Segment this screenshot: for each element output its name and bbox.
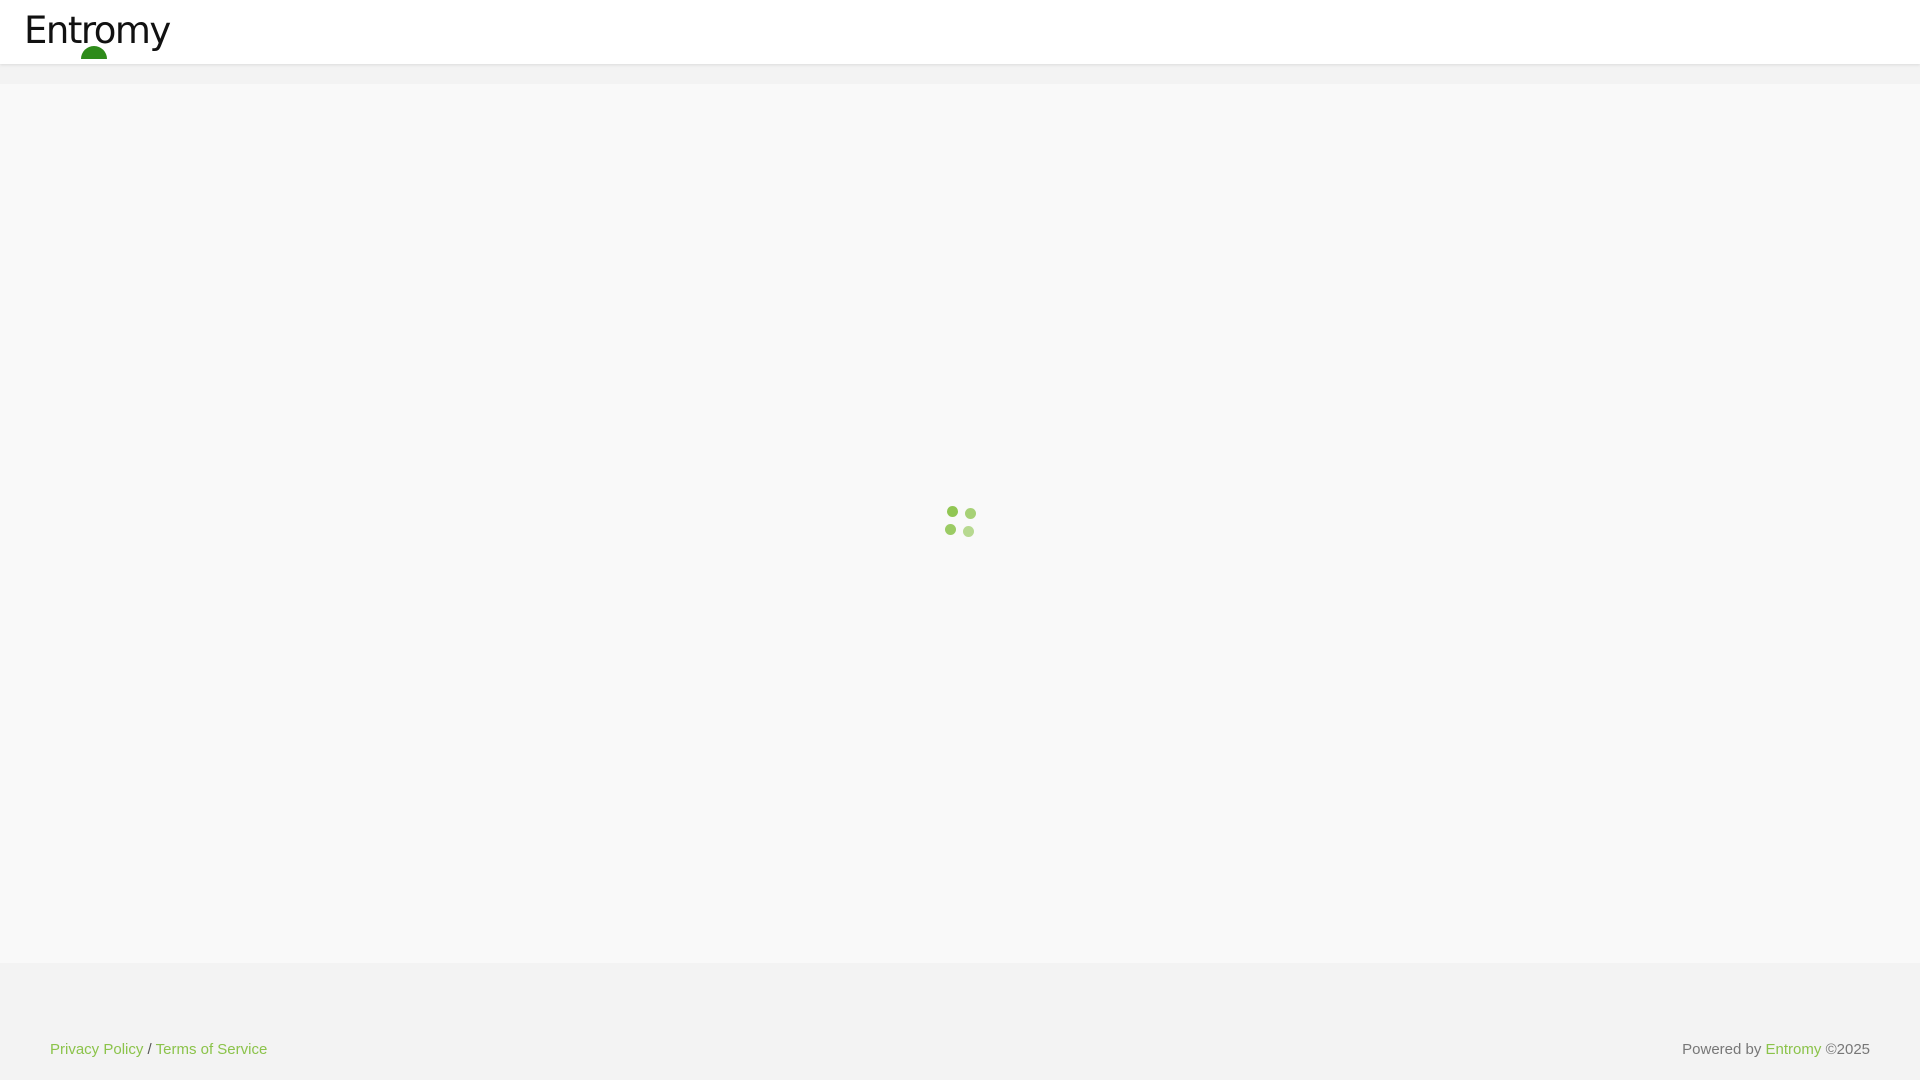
top-header: Entromy <box>0 0 1920 64</box>
spinner-dot <box>945 524 956 535</box>
page-footer: Privacy Policy / Terms of Service Powere… <box>0 963 1920 1080</box>
entromy-brand-link[interactable]: Entromy <box>1766 1041 1822 1058</box>
spinner-dot <box>965 508 976 519</box>
content-top-strip <box>0 64 1920 84</box>
privacy-policy-link[interactable]: Privacy Policy <box>50 1041 143 1058</box>
main-content <box>0 84 1920 963</box>
spinner-dot <box>963 526 974 537</box>
footer-links: Privacy Policy / Terms of Service <box>50 1041 267 1058</box>
powered-by-prefix: Powered by <box>1682 1041 1762 1058</box>
entromy-logo[interactable]: Entromy <box>24 8 171 59</box>
powered-by: Powered by Entromy ©2025 <box>1682 1041 1870 1058</box>
loading-spinner-icon <box>944 505 976 537</box>
footer-separator: / <box>147 1041 152 1058</box>
terms-of-service-link[interactable]: Terms of Service <box>156 1041 268 1058</box>
copyright-text: ©2025 <box>1825 1041 1870 1058</box>
spinner-dot <box>947 506 958 517</box>
